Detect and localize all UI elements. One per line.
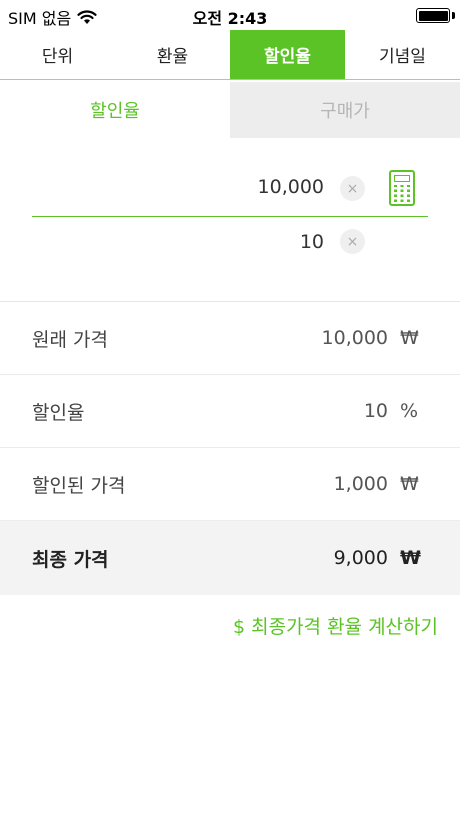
- price-clear-button[interactable]: ×: [340, 176, 365, 201]
- rate-clear-button[interactable]: ×: [340, 229, 365, 254]
- price-input-row: 10,000 ×: [32, 160, 428, 217]
- result-unit: %: [400, 400, 419, 422]
- result-label: 할인된 가격: [32, 474, 126, 497]
- subtab-discount-rate[interactable]: 할인율: [0, 82, 230, 138]
- result-row-discount-rate: 할인율 10 %: [0, 375, 460, 448]
- result-unit: ₩: [400, 327, 419, 349]
- top-tab-bar: 단위 환율 할인율 기념일: [0, 30, 460, 80]
- tab-discount-rate[interactable]: 할인율: [230, 30, 345, 79]
- sub-tab-bar: 할인율 구매가: [0, 82, 460, 138]
- price-input[interactable]: 10,000: [258, 176, 324, 198]
- exchange-calc-link[interactable]: $ 최종가격 환율 계산하기: [233, 612, 438, 639]
- battery-nub: [452, 12, 455, 19]
- result-value: 9,000: [333, 547, 388, 569]
- rate-input-row: 10 ×: [32, 225, 428, 265]
- battery-icon: [416, 8, 450, 23]
- result-row-original-price: 원래 가격 10,000 ₩: [0, 302, 460, 375]
- result-unit: ₩: [400, 547, 421, 569]
- result-label: 할인율: [32, 401, 85, 424]
- result-value: 10: [363, 400, 388, 422]
- rate-input[interactable]: 10: [300, 231, 324, 253]
- status-time: 오전 2:43: [192, 9, 268, 28]
- status-bar: SIM 없음 오전 2:43: [0, 0, 460, 30]
- result-label: 최종 가격: [32, 548, 109, 571]
- result-row-discount-amount: 할인된 가격 1,000 ₩: [0, 448, 460, 521]
- tab-exchange-rate[interactable]: 환율: [115, 30, 230, 79]
- result-value: 1,000: [333, 473, 388, 495]
- calculator-icon[interactable]: [389, 170, 415, 206]
- result-unit: ₩: [400, 473, 419, 495]
- tab-anniversary[interactable]: 기념일: [345, 30, 460, 79]
- subtab-purchase-price[interactable]: 구매가: [230, 82, 460, 138]
- result-label: 원래 가격: [32, 328, 108, 351]
- result-row-final-price: 최종 가격 9,000 ₩: [0, 521, 460, 595]
- result-value: 10,000: [321, 327, 388, 349]
- tab-unit[interactable]: 단위: [0, 30, 115, 79]
